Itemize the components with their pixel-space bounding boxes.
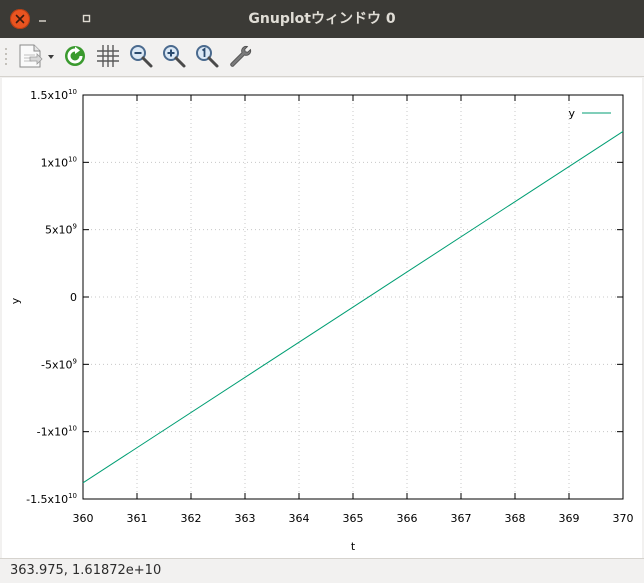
x-tick-label: 369	[559, 512, 580, 525]
zoom-in-icon	[163, 45, 186, 68]
x-tick-label: 368	[505, 512, 526, 525]
grid-icon	[97, 45, 119, 67]
zoom-reset-icon	[196, 45, 219, 68]
y-tick-labels: -1.5x1010-1x1010-5x10905x1091x10101.5x10…	[26, 88, 77, 506]
export-menu-button[interactable]	[14, 42, 58, 70]
series-line-y	[82, 130, 624, 484]
zoom-reset-button[interactable]	[193, 42, 221, 70]
y-tick-base: -1x10	[37, 426, 68, 439]
title-bar: Gnuplotウィンドウ 0	[0, 0, 644, 38]
y-tick-base: -1.5x10	[26, 493, 68, 506]
y-tick-label: 1.5x1010	[30, 88, 77, 102]
y-tick-label: 0	[70, 291, 77, 304]
cursor-coordinates: 363.975, 1.61872e+10	[10, 563, 162, 578]
zoom-in-button[interactable]	[160, 42, 188, 70]
y-tick-exponent: 10	[68, 155, 77, 163]
y-tick-base: -5x10	[41, 358, 72, 371]
legend-label: y	[568, 107, 575, 120]
x-tick-label: 361	[127, 512, 148, 525]
x-tick-label: 366	[397, 512, 418, 525]
zoom-out-icon	[130, 45, 153, 68]
toolbar	[0, 38, 644, 77]
y-tick-exponent: 9	[73, 223, 77, 231]
y-tick-exponent: 10	[68, 88, 77, 96]
wrench-icon	[230, 45, 252, 67]
x-tick-label: 370	[613, 512, 634, 525]
y-tick-label: 5x109	[45, 223, 77, 237]
x-tick-label: 367	[451, 512, 472, 525]
x-tick-label: 363	[235, 512, 256, 525]
refresh-icon	[65, 46, 85, 66]
settings-button[interactable]	[226, 42, 254, 70]
y-tick-base: 0	[70, 291, 77, 304]
legend: y	[568, 107, 611, 120]
x-tick-label: 362	[181, 512, 202, 525]
document-export-icon	[19, 44, 54, 68]
x-tick-label: 365	[343, 512, 364, 525]
y-tick-base: 1.5x10	[30, 89, 68, 102]
y-tick-exponent: 10	[68, 425, 77, 433]
x-tick-labels: 360 361 362 363 364 365 366 367 368 369 370	[73, 512, 634, 525]
y-tick-label: -5x109	[41, 357, 77, 371]
y-axis-title: y	[9, 297, 22, 304]
x-tick-label: 364	[289, 512, 310, 525]
replot-button[interactable]	[61, 42, 89, 70]
zoom-out-button[interactable]	[127, 42, 155, 70]
y-tick-base: 5x10	[45, 224, 73, 237]
status-bar: 363.975, 1.61872e+10	[0, 558, 644, 583]
y-tick-exponent: 10	[68, 492, 77, 500]
grid-toggle-button[interactable]	[94, 42, 122, 70]
series-group	[82, 130, 624, 484]
y-tick-label: -1x1010	[37, 425, 77, 439]
x-axis-title: t	[351, 540, 356, 553]
y-tick-label: -1.5x1010	[26, 492, 77, 506]
y-tick-label: 1x1010	[41, 155, 77, 169]
y-tick-base: 1x10	[41, 156, 69, 169]
y-tick-exponent: 9	[73, 357, 77, 365]
window-title: Gnuplotウィンドウ 0	[248, 11, 396, 27]
plot-canvas[interactable]: -1.5x1010 -1x1010 -5x109 0 5x109 1x1010 1.5x10…	[2, 78, 642, 558]
x-tick-label: 360	[73, 512, 94, 525]
grid-lines	[83, 95, 623, 499]
line-chart[interactable]: -1.5x1010-1x1010-5x10905x1091x10101.5x10…	[2, 78, 642, 558]
toolbar-grip-icon[interactable]	[4, 46, 8, 68]
